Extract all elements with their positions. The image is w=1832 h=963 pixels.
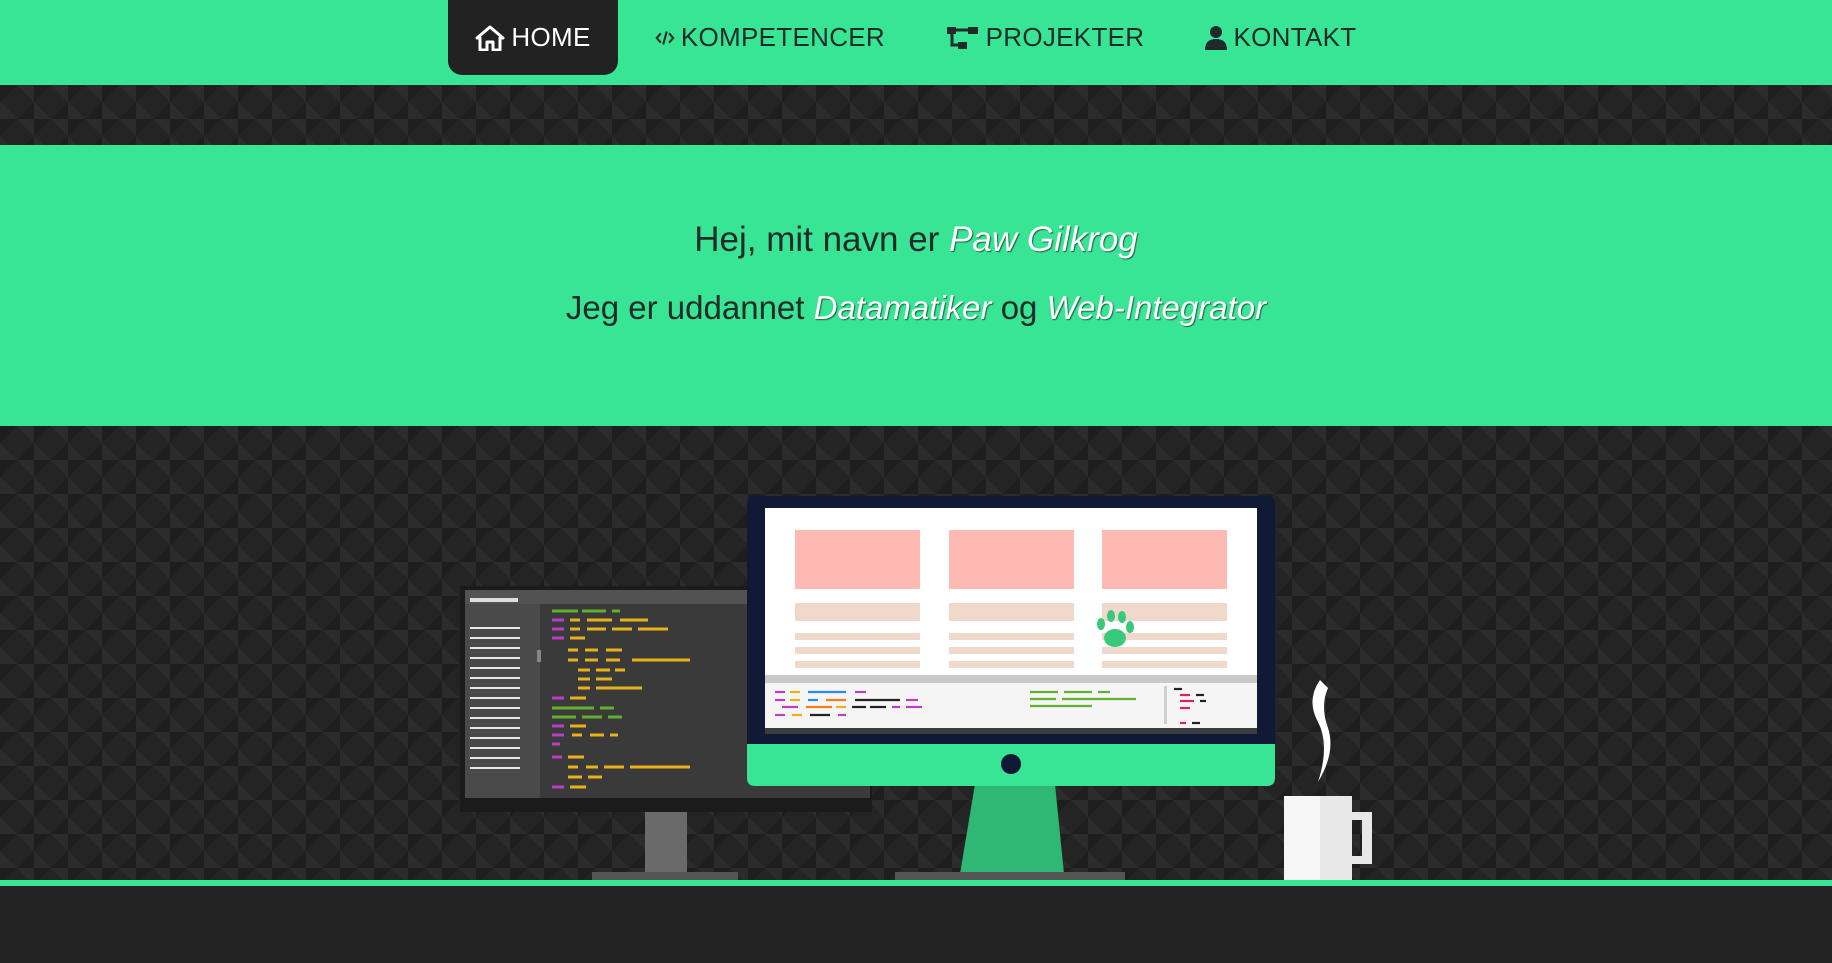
nav-kompetencer-label: KOMPETENCER (680, 22, 885, 52)
nav-projekter-label: PROJEKTER (985, 22, 1145, 52)
hero-section: Hej, mit navn er Paw Gilkrog Jeg er udda… (0, 145, 1832, 426)
nav-kontakt-label: KONTAKT (1233, 22, 1357, 52)
hero-name: Paw Gilkrog (949, 220, 1138, 259)
page-bottom (0, 886, 1832, 963)
nav-home-label: HOME (511, 22, 591, 52)
nav-projekter[interactable]: PROJEKTER (945, 0, 1145, 75)
nav-home[interactable]: HOME (448, 0, 618, 75)
degree-web-integrator: Web-Integrator (1046, 289, 1267, 326)
top-dark-strip (0, 85, 1832, 145)
hero-greeting: Hej, mit navn er Paw Gilkrog (0, 220, 1832, 260)
desk-illustration (460, 496, 1372, 880)
sitemap-icon (946, 26, 978, 49)
education-prefix: Jeg er uddannet (565, 289, 805, 326)
greeting-prefix: Hej, mit navn er (694, 220, 940, 259)
education-connector: og (1000, 289, 1038, 326)
coffee-mug (1284, 680, 1372, 880)
user-icon (1204, 25, 1227, 50)
hero-education: Jeg er uddannet Datamatiker og Web-Integ… (0, 289, 1832, 327)
nav-kontakt[interactable]: KONTAKT (1200, 0, 1360, 75)
nav-kompetencer[interactable]: KOMPETENCER (655, 0, 885, 75)
home-icon (475, 25, 505, 51)
main-navbar: HOME KOMPETENCER PROJEKTER KONTAKT (0, 0, 1832, 85)
code-icon (655, 30, 675, 45)
degree-datamatiker: Datamatiker (813, 289, 992, 326)
main-monitor (747, 496, 1275, 880)
